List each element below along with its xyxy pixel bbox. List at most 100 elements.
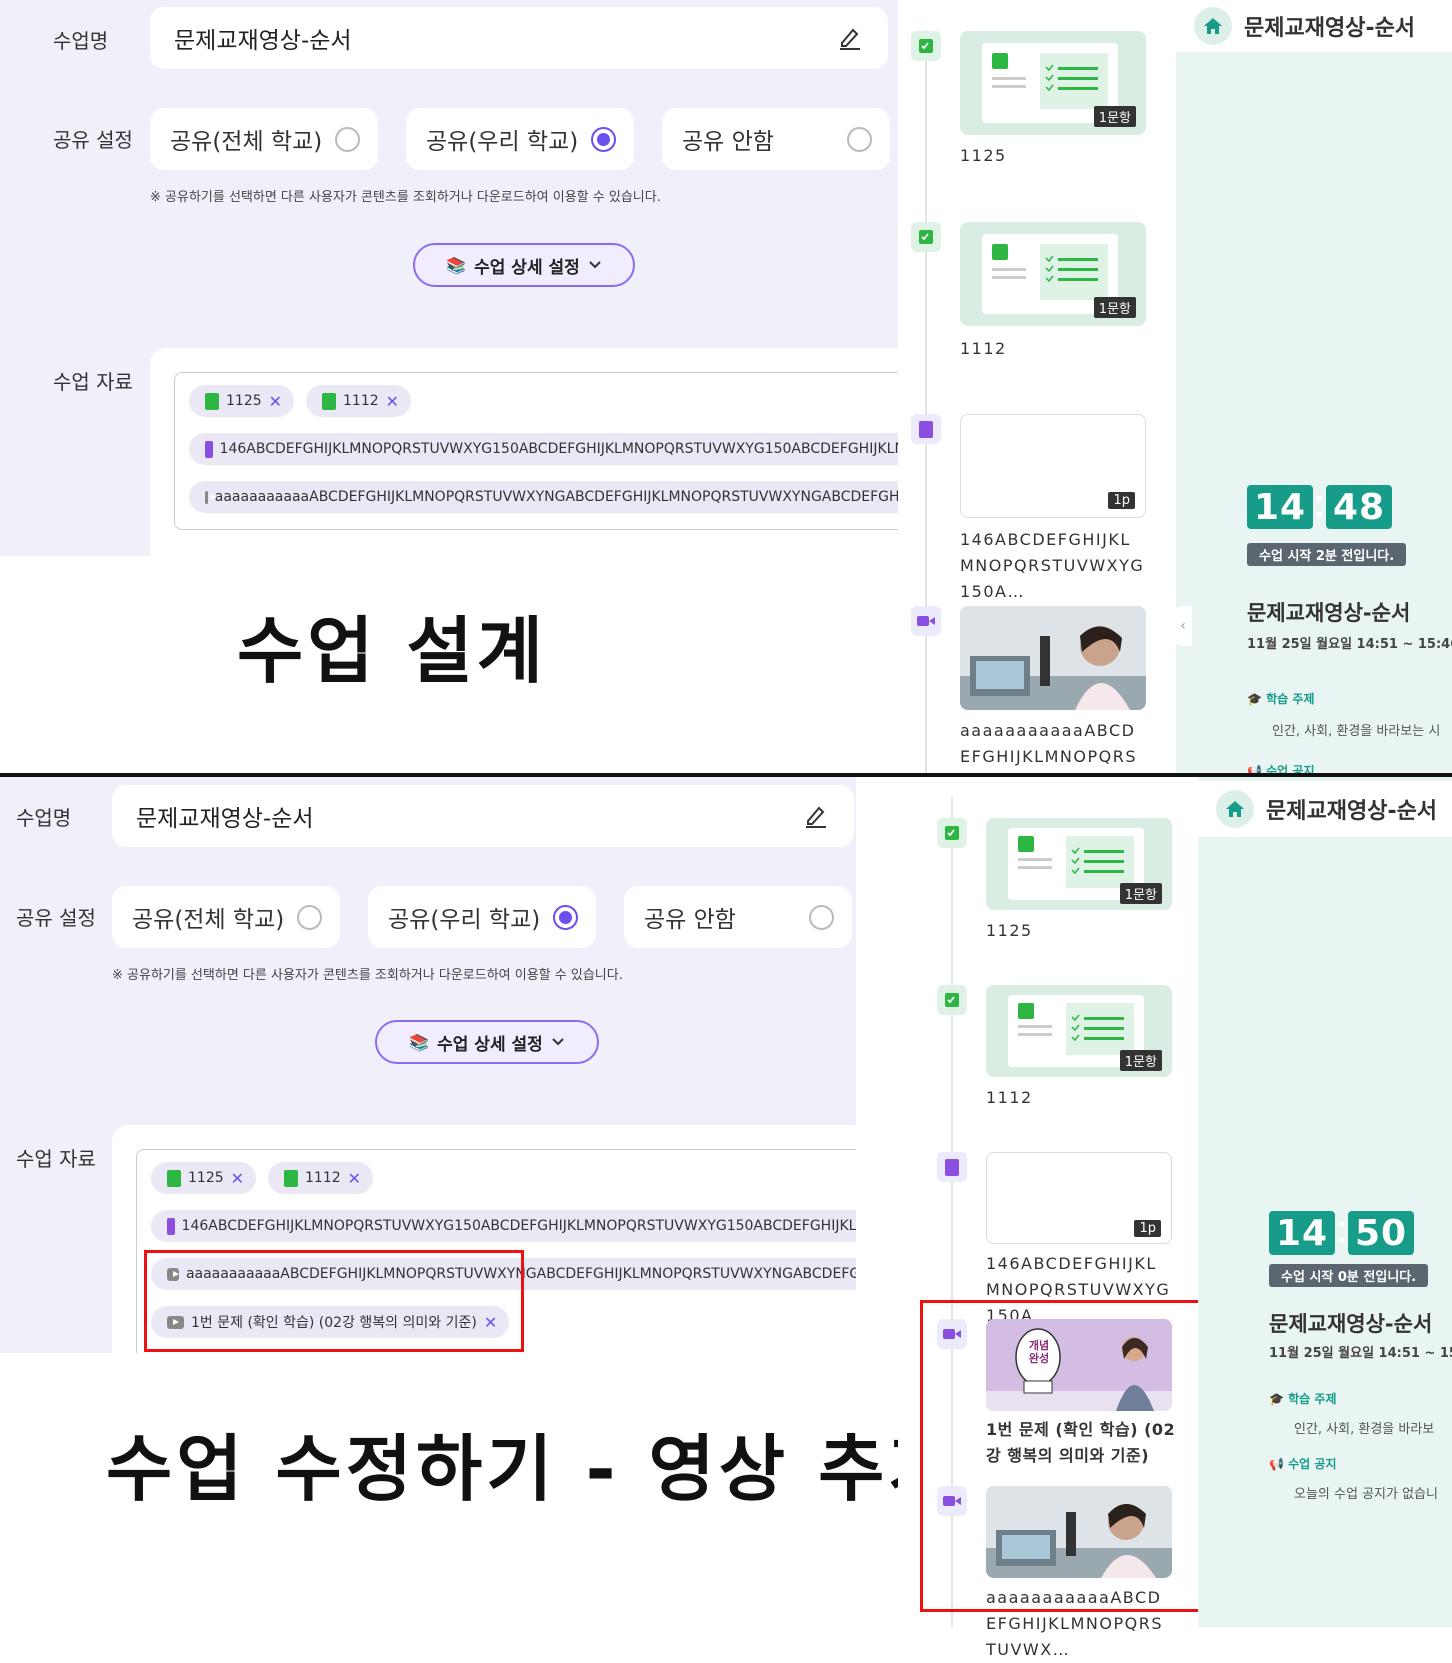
highlight-box-materials xyxy=(144,1250,524,1352)
share-option-label: 공유(우리 학교) xyxy=(388,907,541,933)
book-type-icon xyxy=(937,1152,967,1182)
bottom-side-panel: 문제교재영상-순서 14 50 수업 시작 0분 전입니다. 문제교재영상-순서… xyxy=(1198,777,1452,1627)
share-option-our-school[interactable]: 공유(우리 학교) xyxy=(406,108,634,170)
lesson-name-value: 문제교재영상-순서 xyxy=(174,28,352,54)
materials-list: 1125 ✕ 1112 ✕ 146ABCDEFGHIJKLMNOPQRSTUVWXY… xyxy=(174,372,898,530)
chevron-down-icon xyxy=(589,261,601,269)
quiz-type-icon xyxy=(937,985,967,1015)
radio-button[interactable] xyxy=(335,127,360,152)
material-item-label: 146ABCDEFGHIJKLMNOPQRSTUVWXYG150ABCDEFGH… xyxy=(219,441,898,457)
books-icon: 📚 xyxy=(446,255,467,275)
share-option-none[interactable]: 공유 안함 xyxy=(662,108,890,170)
timeline-thumb-video[interactable] xyxy=(960,606,1146,710)
material-item-label: aaaaaaaaaaaABCDEFGHIJKLMNOPQRSTUVWXYNGAB… xyxy=(214,489,898,505)
collapse-handle[interactable]: ‹ xyxy=(1174,606,1192,646)
lesson-detail-settings-button[interactable]: 📚 수업 상세 설정 xyxy=(375,1020,599,1064)
radio-button-selected[interactable] xyxy=(591,127,616,152)
item-count-badge: 1문항 xyxy=(1093,297,1136,318)
chip-label: 1125 xyxy=(226,393,262,409)
edit-icon[interactable] xyxy=(838,24,862,50)
top-form-panel: 수업명 문제교재영상-순서 공유 설정 공유(전체 학교) 공유(우리 학교) … xyxy=(0,0,898,556)
topic-text: 인간, 사회, 환경을 바라보 xyxy=(1294,1422,1435,1437)
quiz-type-icon xyxy=(911,222,941,252)
share-option-our-school[interactable]: 공유(우리 학교) xyxy=(368,886,596,948)
book-type-icon xyxy=(911,414,941,444)
timeline-item-title: 1125 xyxy=(960,146,1007,165)
share-option-label: 공유 안함 xyxy=(682,129,774,155)
detail-button-label: 수업 상세 설정 xyxy=(474,257,580,278)
side-header-title: 문제교재영상-순서 xyxy=(1266,799,1438,824)
countdown-status: 수업 시작 2분 전입니다. xyxy=(1247,543,1407,566)
remove-icon[interactable]: ✕ xyxy=(231,1169,244,1188)
clock-colon xyxy=(1317,512,1322,517)
material-item-video[interactable]: aaaaaaaaaaaABCDEFGHIJKLMNOPQRSTUVWXYNGAB… xyxy=(189,481,898,513)
materials-area: 1125 ✕ 1112 ✕ 146ABCDEFGHIJKLMNOPQRSTUVWXY… xyxy=(150,348,898,556)
clock-colon xyxy=(1339,1222,1344,1227)
timeline-thumb-book[interactable]: 1p xyxy=(960,414,1146,518)
share-note: ※ 공유하기를 선택하면 다른 사용자가 콘텐츠를 조회하거나 다운로드하여 이… xyxy=(150,190,661,205)
lesson-name-value: 문제교재영상-순서 xyxy=(136,806,314,832)
share-option-label: 공유(전체 학교) xyxy=(170,129,323,155)
radio-button-selected[interactable] xyxy=(553,905,578,930)
timeline-thumb-quiz[interactable]: 1문항 xyxy=(986,818,1172,910)
lesson-name-label: 수업명 xyxy=(16,806,72,830)
timeline-thumb-quiz[interactable]: 1문항 xyxy=(960,31,1146,135)
remove-icon[interactable]: ✕ xyxy=(269,392,282,411)
top-timeline: 1문항 1125 1문항 1112 1p 146ABCDEFGHIJKLMNOP… xyxy=(898,0,1176,792)
graduation-cap-icon: 🎓 xyxy=(1269,1392,1284,1406)
timeline-thumb-book[interactable]: 1p xyxy=(986,1152,1172,1244)
share-label: 공유 설정 xyxy=(53,128,133,152)
video-type-icon xyxy=(911,606,941,636)
detail-button-label: 수업 상세 설정 xyxy=(437,1034,543,1055)
caption-design: 수업 설계 xyxy=(237,609,548,693)
lesson-name-label: 수업명 xyxy=(53,29,109,53)
share-option-label: 공유(전체 학교) xyxy=(132,907,285,933)
home-icon[interactable] xyxy=(1194,7,1232,45)
timeline-thumb-quiz[interactable]: 1문항 xyxy=(960,222,1146,326)
share-option-all-schools[interactable]: 공유(전체 학교) xyxy=(112,886,340,948)
lesson-name-field[interactable]: 문제교재영상-순서 xyxy=(112,785,854,847)
edit-icon[interactable] xyxy=(804,802,828,828)
materials-label: 수업 자료 xyxy=(16,1147,96,1171)
material-chip-quiz[interactable]: 1125 ✕ xyxy=(151,1162,257,1194)
timeline-item-title: 146ABCDEFGHIJKLMNOPQRSTUVWXYG150A… xyxy=(960,530,1145,601)
lesson-name-field[interactable]: 문제교재영상-순서 xyxy=(150,7,888,69)
topic-text: 인간, 사회, 환경을 바라보는 시 xyxy=(1272,724,1441,739)
radio-button[interactable] xyxy=(847,127,872,152)
share-option-label: 공유(우리 학교) xyxy=(426,129,579,155)
share-option-none[interactable]: 공유 안함 xyxy=(624,886,852,948)
lesson-title: 문제교재영상-순서 xyxy=(1247,601,1411,625)
lesson-detail-settings-button[interactable]: 📚 수업 상세 설정 xyxy=(413,243,635,287)
remove-icon[interactable]: ✕ xyxy=(386,392,399,411)
home-icon[interactable] xyxy=(1216,790,1254,828)
material-chip-quiz[interactable]: 1112 ✕ xyxy=(268,1162,374,1194)
share-option-label: 공유 안함 xyxy=(644,907,736,933)
radio-button[interactable] xyxy=(809,905,834,930)
highlight-box-timeline xyxy=(920,1300,1210,1612)
timeline-item-title: 1112 xyxy=(960,339,1007,358)
chip-label: 1112 xyxy=(343,393,379,409)
material-item-book[interactable]: 146ABCDEFGHIJKLMNOPQRSTUVWXYG150ABCDEFGH… xyxy=(189,433,898,465)
material-chip-quiz[interactable]: 1112 ✕ xyxy=(306,385,412,417)
notice-text: 오늘의 수업 공지가 없습니 xyxy=(1294,1487,1438,1502)
chevron-left-icon: ‹ xyxy=(1180,618,1186,634)
clock-colon xyxy=(1317,496,1322,501)
lesson-time: 11월 25일 월요일 14:51 ~ 15:46 xyxy=(1247,637,1452,652)
lesson-title: 문제교재영상-순서 xyxy=(1269,1312,1433,1336)
book-icon xyxy=(945,1158,959,1176)
remove-icon[interactable]: ✕ xyxy=(348,1169,361,1188)
topic-section-label: 🎓 학습 주제 xyxy=(1269,1392,1337,1406)
radio-button[interactable] xyxy=(297,905,322,930)
material-item-book[interactable]: 146ABCDEFGHIJKLMNOPQRSTUVWXYG150ABCDEFGH… xyxy=(151,1210,856,1242)
quiz-type-icon xyxy=(911,31,941,61)
timeline-line xyxy=(925,30,927,773)
megaphone-icon: 📢 xyxy=(1269,1457,1284,1471)
timeline-thumb-quiz[interactable]: 1문항 xyxy=(986,985,1172,1077)
item-count-badge: 1문항 xyxy=(1119,883,1162,904)
lab-scientist-image xyxy=(960,606,1146,710)
chip-label: 1125 xyxy=(188,1170,224,1186)
clock-minutes: 50 xyxy=(1348,1211,1414,1255)
share-option-all-schools[interactable]: 공유(전체 학교) xyxy=(150,108,378,170)
books-icon: 📚 xyxy=(409,1032,430,1052)
material-chip-quiz[interactable]: 1125 ✕ xyxy=(189,385,295,417)
